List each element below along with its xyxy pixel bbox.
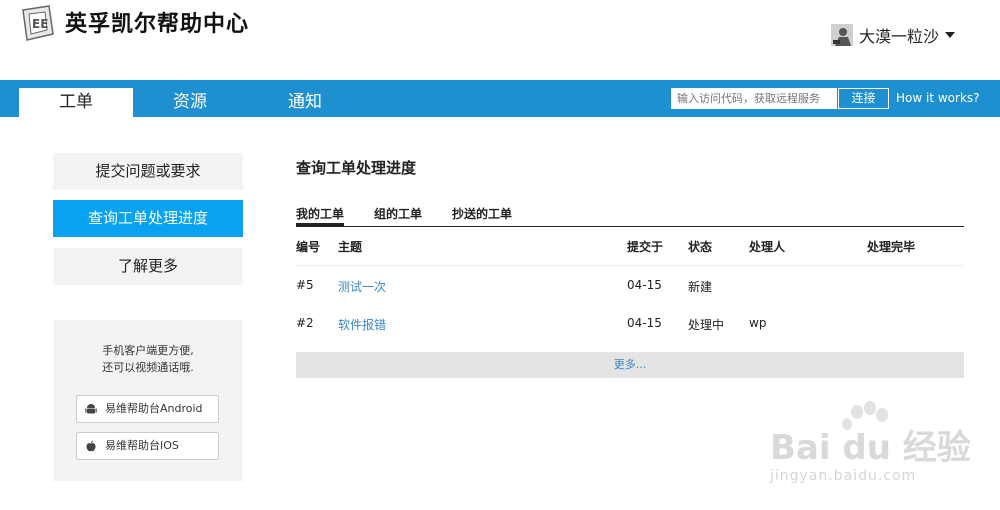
column-header-submitted: 提交于: [627, 240, 664, 254]
remote-code-input[interactable]: [671, 88, 837, 109]
watermark-url: jingyan.baidu.com: [770, 468, 917, 484]
watermark-text: Bai du 经验: [770, 428, 971, 468]
sidebar-item-query[interactable]: 查询工单处理进度: [53, 200, 243, 237]
ticket-date: 04-15: [627, 316, 662, 330]
username: 大漠一粒沙: [859, 27, 940, 46]
sidebar-item-submit[interactable]: 提交问题或要求: [53, 153, 243, 190]
avatar: [831, 24, 853, 46]
subtab-my-tickets[interactable]: 我的工单: [296, 205, 345, 226]
app-promo-text: 手机客户端更方便, 还可以视频通话哦.: [53, 342, 243, 376]
subtab-group-tickets[interactable]: 组的工单: [374, 205, 422, 226]
page-title: 查询工单处理进度: [296, 159, 417, 177]
ios-app-button[interactable]: 易维帮助台IOS: [76, 432, 219, 460]
header: EE 英孚凯尔帮助中心 大漠一粒沙: [0, 0, 1000, 80]
table-header-divider: [296, 265, 964, 266]
ticket-date: 04-15: [627, 278, 662, 292]
ticket-id: #2: [296, 316, 314, 330]
ticket-subtabs: 我的工单 组的工单 抄送的工单: [296, 205, 964, 227]
android-app-button[interactable]: 易维帮助台Android: [76, 395, 219, 423]
ticket-subject-link[interactable]: 测试一次: [338, 278, 386, 295]
chevron-down-icon: [945, 32, 956, 38]
mobile-app-box: 手机客户端更方便, 还可以视频通话哦. 易维帮助台Android 易维帮助台IO…: [53, 320, 243, 481]
logo-icon: EE: [22, 5, 54, 41]
column-header-handler: 处理人: [749, 240, 786, 254]
ticket-id: #5: [296, 278, 314, 292]
tab-resources[interactable]: 资源: [140, 88, 240, 117]
user-avatar-icon: [831, 24, 853, 46]
apple-icon: [86, 440, 96, 452]
ticket-handler: wp: [749, 316, 767, 330]
connect-button[interactable]: 连接: [838, 88, 889, 109]
ticket-subject-link[interactable]: 软件报错: [338, 316, 386, 333]
tab-notifications[interactable]: 通知: [255, 88, 355, 117]
tab-tickets[interactable]: 工单: [19, 88, 133, 117]
ios-app-label: 易维帮助台IOS: [105, 439, 179, 452]
top-navbar: 工单 资源 通知 连接 How it works?: [0, 80, 1000, 117]
android-app-label: 易维帮助台Android: [105, 402, 203, 415]
ticket-status: 新建: [688, 280, 713, 294]
brand-title: 英孚凯尔帮助中心: [65, 12, 250, 37]
sidebar-item-learn-more[interactable]: 了解更多: [53, 248, 243, 285]
subtab-cc-tickets[interactable]: 抄送的工单: [452, 205, 512, 226]
column-header-status: 状态: [688, 240, 713, 254]
how-it-works-link[interactable]: How it works?: [896, 88, 980, 109]
column-header-id: 编号: [296, 240, 321, 254]
column-header-completed: 处理完毕: [867, 240, 916, 254]
app-promo-line-2: 还可以视频通话哦.: [102, 361, 194, 374]
ticket-status: 处理中: [688, 318, 725, 332]
user-menu[interactable]: 大漠一粒沙: [831, 24, 956, 46]
svg-text:EE: EE: [32, 17, 48, 31]
column-header-subject: 主题: [338, 240, 363, 254]
load-more-button[interactable]: 更多...: [296, 352, 964, 378]
android-icon: [85, 404, 97, 414]
app-promo-line-1: 手机客户端更方便,: [102, 344, 194, 357]
